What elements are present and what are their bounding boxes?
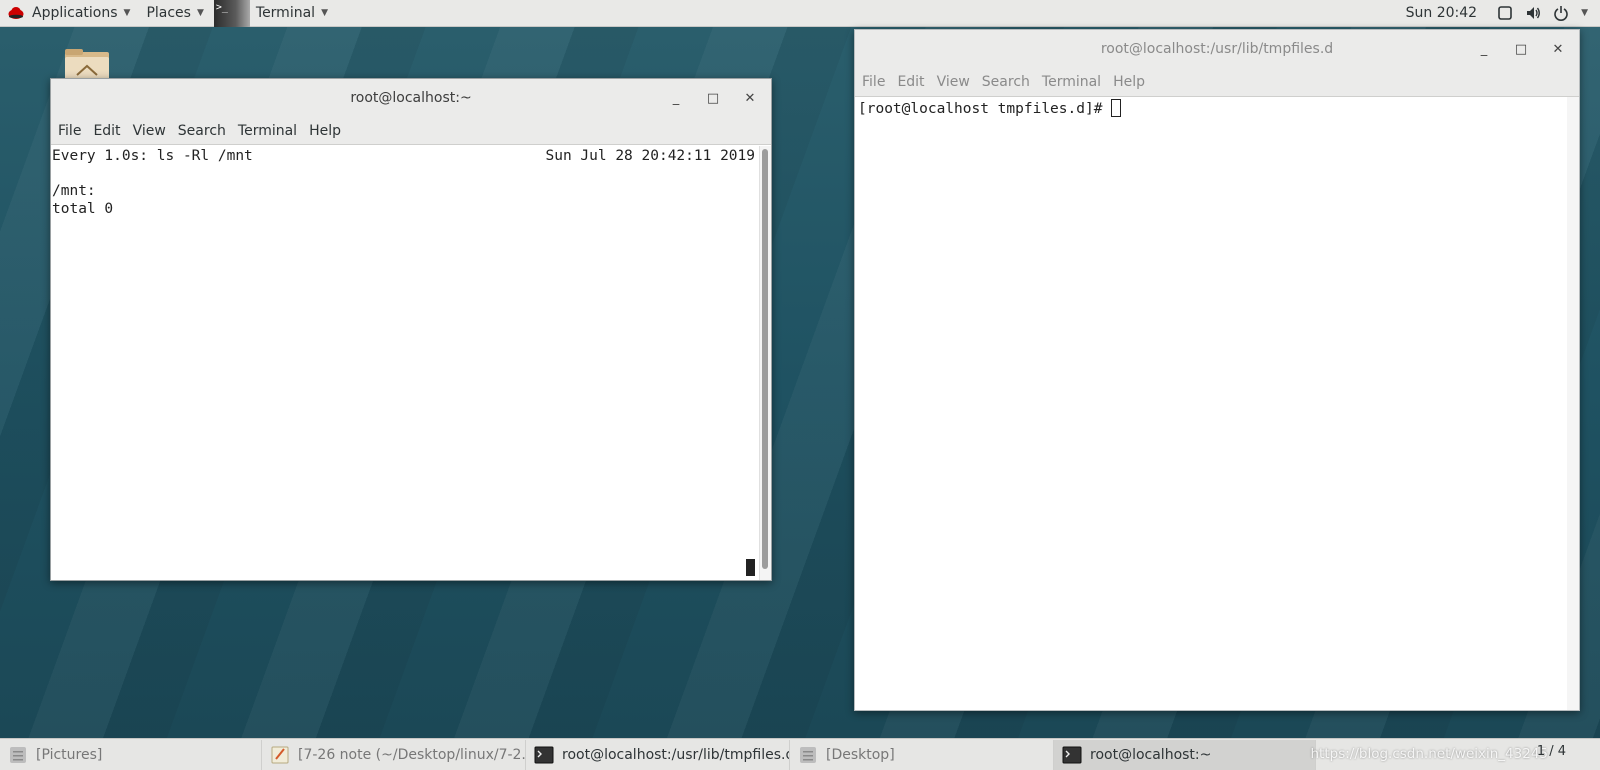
minimize-button[interactable]: _ <box>1469 37 1499 61</box>
window-title: root@localhost:/usr/lib/tmpfiles.d <box>1100 41 1334 57</box>
watch-timestamp: Sun Jul 28 20:42:11 2019 <box>545 148 755 164</box>
menu-bar: File Edit View Search Terminal Help <box>51 117 771 145</box>
places-label: Places <box>146 5 191 21</box>
output-line: /mnt: <box>52 183 96 199</box>
chevron-down-icon: ▼ <box>196 8 204 18</box>
task-terminal-home[interactable]: root@localhost:~ <box>1054 739 1316 770</box>
cursor <box>746 559 755 576</box>
minimize-button[interactable]: _ <box>661 86 691 110</box>
folder-icon <box>10 746 26 763</box>
minimize-icon: _ <box>1480 41 1488 57</box>
task-label: root@localhost:/usr/lib/tmpfiles.d <box>562 746 790 763</box>
window-title: root@localhost:~ <box>350 90 472 106</box>
scrollbar[interactable] <box>1567 97 1579 710</box>
task-label: root@localhost:~ <box>1090 746 1212 763</box>
shell-prompt: [root@localhost tmpfiles.d]# <box>858 101 1112 117</box>
task-label: [Pictures] <box>36 746 103 763</box>
note-icon <box>271 746 289 763</box>
task-label: [7-26 note (~/Desktop/linux/7-2... <box>298 746 526 763</box>
cursor <box>1111 99 1122 117</box>
task-note[interactable]: [7-26 note (~/Desktop/linux/7-2... <box>262 739 526 770</box>
task-desktop[interactable]: [Desktop] <box>790 739 1054 770</box>
menu-edit[interactable]: Edit <box>897 74 924 90</box>
menu-file[interactable]: File <box>58 123 81 139</box>
chevron-down-icon[interactable]: ▼ <box>1581 8 1588 18</box>
close-icon: ✕ <box>1552 41 1564 57</box>
menu-terminal[interactable]: Terminal <box>1042 74 1101 90</box>
task-terminal-tmpfiles[interactable]: root@localhost:/usr/lib/tmpfiles.d <box>526 739 790 770</box>
places-menu[interactable]: Places ▼ <box>138 0 211 27</box>
screen-icon[interactable] <box>1497 5 1513 21</box>
menu-search[interactable]: Search <box>178 123 226 139</box>
menu-search[interactable]: Search <box>982 74 1030 90</box>
terminal-icon <box>534 746 554 763</box>
redhat-icon <box>8 7 24 19</box>
menu-view[interactable]: View <box>133 123 166 139</box>
close-button[interactable]: ✕ <box>735 86 765 110</box>
close-button[interactable]: ✕ <box>1543 37 1573 61</box>
close-icon: ✕ <box>744 90 756 106</box>
terminal-icon: >_ <box>213 0 250 27</box>
menu-help[interactable]: Help <box>1113 74 1145 90</box>
menu-edit[interactable]: Edit <box>93 123 120 139</box>
minimize-icon: _ <box>672 90 680 106</box>
maximize-button[interactable]: □ <box>1506 37 1536 61</box>
menu-bar: File Edit View Search Terminal Help <box>855 68 1579 97</box>
terminal-window-home[interactable]: root@localhost:~ _ □ ✕ File Edit View Se… <box>50 78 772 581</box>
menu-file[interactable]: File <box>862 74 885 90</box>
volume-icon[interactable] <box>1525 5 1541 21</box>
terminal-output[interactable]: Every 1.0s: ls -Rl /mnt Sun Jul 28 20:42:… <box>51 146 771 580</box>
output-line: total 0 <box>52 200 114 217</box>
terminal-icon <box>1062 746 1082 763</box>
folder-icon <box>800 746 816 763</box>
maximize-button[interactable]: □ <box>698 86 728 110</box>
window-titlebar[interactable]: root@localhost:/usr/lib/tmpfiles.d _ □ ✕ <box>855 30 1579 68</box>
window-titlebar[interactable]: root@localhost:~ _ □ ✕ <box>51 79 771 117</box>
task-pictures[interactable]: [Pictures] <box>0 739 262 770</box>
maximize-icon: □ <box>1514 41 1528 57</box>
terminal-label: Terminal <box>255 5 316 21</box>
workspace-pager[interactable]: 1 / 4 <box>1537 744 1566 759</box>
clock[interactable]: Sun 20:42 <box>1392 5 1491 21</box>
terminal-app-menu[interactable]: >_ Terminal ▼ <box>212 0 336 27</box>
menu-terminal[interactable]: Terminal <box>238 123 297 139</box>
task-label: [Desktop] <box>826 746 895 763</box>
terminal-output[interactable]: [root@localhost tmpfiles.d]# <box>855 97 1579 710</box>
chevron-down-icon: ▼ <box>321 8 328 18</box>
applications-menu[interactable]: Applications ▼ <box>0 0 138 27</box>
top-bar: Applications ▼ Places ▼ >_ Terminal ▼ Su… <box>0 0 1600 27</box>
terminal-window-tmpfiles[interactable]: root@localhost:/usr/lib/tmpfiles.d _ □ ✕… <box>854 29 1580 711</box>
maximize-icon: □ <box>706 90 720 106</box>
window-list: [Pictures] [7-26 note (~/Desktop/linux/7… <box>0 738 1600 770</box>
scrollbar-thumb[interactable] <box>762 149 768 569</box>
power-icon[interactable] <box>1553 5 1569 21</box>
watermark: https://blog.csdn.net/weixin_43245 <box>1310 746 1549 762</box>
chevron-down-icon: ▼ <box>123 8 131 18</box>
menu-view[interactable]: View <box>937 74 970 90</box>
menu-help[interactable]: Help <box>309 123 341 139</box>
applications-label: Applications <box>32 5 118 21</box>
